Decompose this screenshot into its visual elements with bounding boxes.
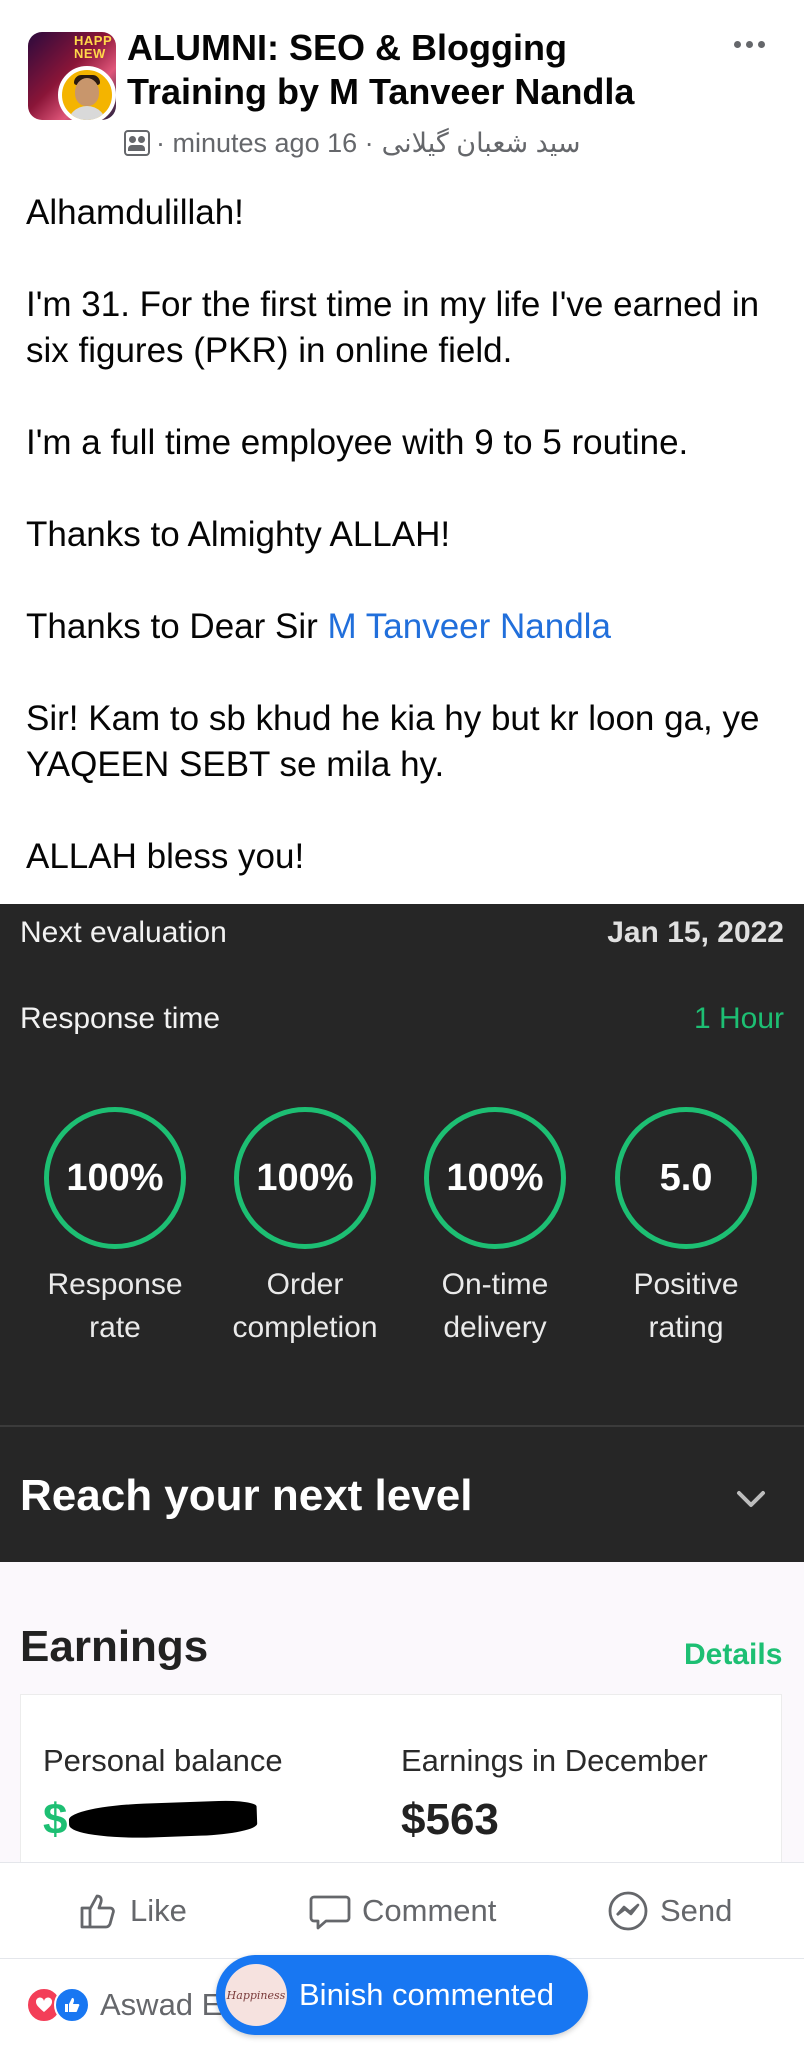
- metric-on-time-delivery: 100% On-time delivery: [395, 1107, 595, 1349]
- earnings-card: Personal balance $ Earnings in December …: [20, 1694, 782, 1864]
- next-evaluation-value: Jan 15, 2022: [607, 916, 784, 949]
- post-text-line: ALLAH bless you!: [26, 837, 305, 876]
- toast-text: Binish commented: [299, 1977, 555, 2012]
- metric-order-completion: 100% Order completion: [205, 1107, 405, 1349]
- metric-ring: 100%: [234, 1107, 376, 1249]
- author-name-link[interactable]: سید شعبان گیلانی: [382, 128, 581, 159]
- response-time-row: Response time 1 Hour: [20, 1002, 784, 1036]
- reactor-names: Aswad E: [100, 1987, 223, 2022]
- redaction-mark: [68, 1799, 258, 1841]
- comment-icon: [309, 1895, 351, 1930]
- send-button[interactable]: Send: [606, 1883, 732, 1939]
- metric-ring: 100%: [44, 1107, 186, 1249]
- reach-next-level-heading: Reach your next level: [20, 1471, 473, 1520]
- reaction-icons: [26, 1987, 94, 2023]
- metric-ring: 5.0: [615, 1107, 757, 1249]
- mention-link[interactable]: M Tanveer Nandla: [328, 607, 611, 646]
- new-comment-toast[interactable]: Happiness Binish commented: [216, 1955, 588, 2035]
- personal-balance-label: Personal balance: [43, 1743, 283, 1778]
- messenger-icon: [608, 1891, 648, 1931]
- post-text-line: Thanks to Dear Sir M Tanveer Nandla: [26, 607, 611, 646]
- next-evaluation-label: Next evaluation: [20, 916, 227, 949]
- post-text-line: I'm 31. For the first time in my life I'…: [26, 285, 760, 370]
- comment-button[interactable]: Comment: [308, 1883, 496, 1939]
- divider: [0, 1425, 804, 1427]
- like-button[interactable]: Like: [76, 1883, 187, 1939]
- metric-positive-rating: 5.0 Positive rating: [586, 1107, 786, 1349]
- post-header: HAPPY NEW YE ALUMNI: SEO & Blogging Trai…: [0, 0, 804, 170]
- earnings-december-value: $563: [401, 1795, 499, 1844]
- more-dot-icon: [733, 40, 741, 48]
- post-meta: · minutes ago 16 · سید شعبان گیلانی: [124, 126, 581, 160]
- author-avatar[interactable]: [58, 66, 116, 124]
- attached-screenshot-stats[interactable]: Next evaluation Jan 15, 2022 Response ti…: [0, 904, 804, 1562]
- next-evaluation-row: Next evaluation Jan 15, 2022: [20, 916, 784, 950]
- post-action-bar: Like Comment Send: [0, 1862, 804, 1958]
- chevron-down-icon: [737, 1491, 765, 1507]
- attached-screenshot-earnings[interactable]: Earnings Details Personal balance $ Earn…: [0, 1562, 804, 1864]
- earnings-title: Earnings: [20, 1622, 209, 1671]
- post-timestamp[interactable]: · minutes ago 16 ·: [156, 128, 374, 159]
- response-time-value: 1 Hour: [693, 1002, 784, 1035]
- post-text-line: Thanks to Almighty ALLAH!: [26, 515, 451, 554]
- details-link: Details: [684, 1638, 783, 1671]
- thumbs-up-icon: [80, 1894, 115, 1929]
- group-avatar-text: HAPPY NEW YE: [74, 34, 114, 60]
- earnings-december-label: Earnings in December: [401, 1743, 708, 1778]
- like-reaction-icon: [54, 1987, 90, 2023]
- commenter-avatar: Happiness: [225, 1964, 287, 2026]
- group-privacy-icon: [124, 130, 150, 156]
- post-text-line: Alhamdulillah!: [26, 193, 244, 232]
- metric-response-rate: 100% Response rate: [15, 1107, 215, 1349]
- metric-ring: 100%: [424, 1107, 566, 1249]
- post-text-line: Sir! Kam to sb khud he kia hy but kr loo…: [26, 699, 760, 784]
- response-time-label: Response time: [20, 1002, 221, 1035]
- group-name-link[interactable]: ALUMNI: SEO & Blogging Training by M Tan…: [127, 26, 707, 114]
- post-body: Alhamdulillah! I'm 31. For the first tim…: [26, 190, 786, 880]
- post-text-line: I'm a full time employee with 9 to 5 rou…: [26, 423, 689, 462]
- personal-balance-value: $: [43, 1795, 68, 1844]
- metrics-row: 100% Response rate 100% Order completion…: [0, 1107, 804, 1347]
- more-options-button[interactable]: [722, 22, 776, 66]
